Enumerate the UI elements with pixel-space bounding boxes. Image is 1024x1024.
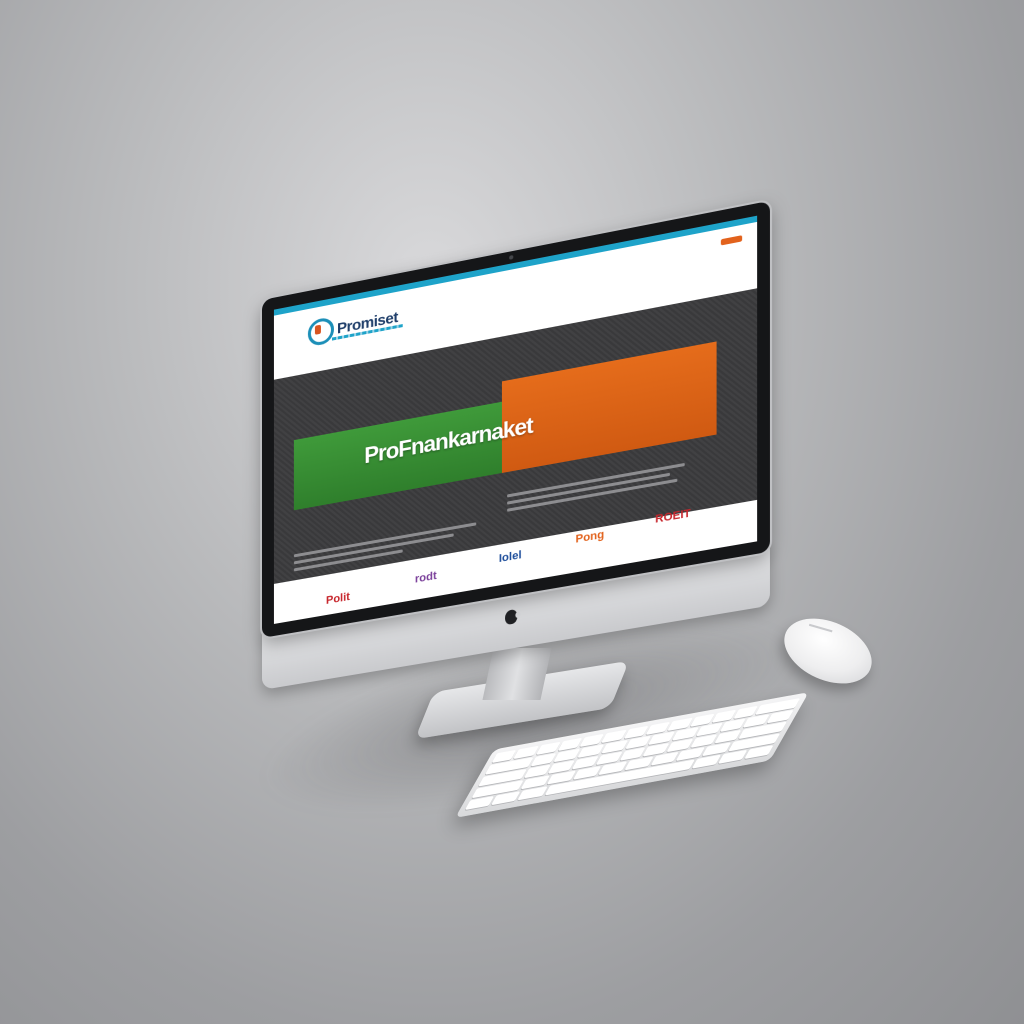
brand-logo[interactable]: rodt: [415, 570, 437, 586]
brand-logo[interactable]: Iolel: [499, 549, 522, 565]
brand-logo[interactable]: Pong: [576, 529, 605, 546]
key: [464, 795, 495, 811]
header-cta-button[interactable]: [720, 235, 743, 246]
header-right: [712, 235, 743, 247]
apple-logo-icon: [505, 608, 518, 626]
logo-mark-icon: [307, 316, 334, 348]
site-logo[interactable]: Promiset: [307, 304, 398, 348]
text-line: [507, 472, 671, 505]
scene: Promiset ProFnankarnaket Polit rodt Iole…: [0, 0, 1024, 1024]
monitor-wrap: Promiset ProFnankarnaket Polit rodt Iole…: [0, 0, 1024, 1024]
hero-subnav-right: [706, 301, 736, 307]
monitor-screen: Promiset ProFnankarnaket Polit rodt Iole…: [273, 215, 758, 624]
camera-icon: [509, 254, 514, 260]
banner-orange-panel: [501, 341, 717, 473]
brand-logo[interactable]: Polit: [326, 591, 350, 607]
text-line: [507, 478, 678, 512]
hero-subnav: [314, 372, 356, 380]
monitor: Promiset ProFnankarnaket Polit rodt Iole…: [262, 200, 770, 690]
